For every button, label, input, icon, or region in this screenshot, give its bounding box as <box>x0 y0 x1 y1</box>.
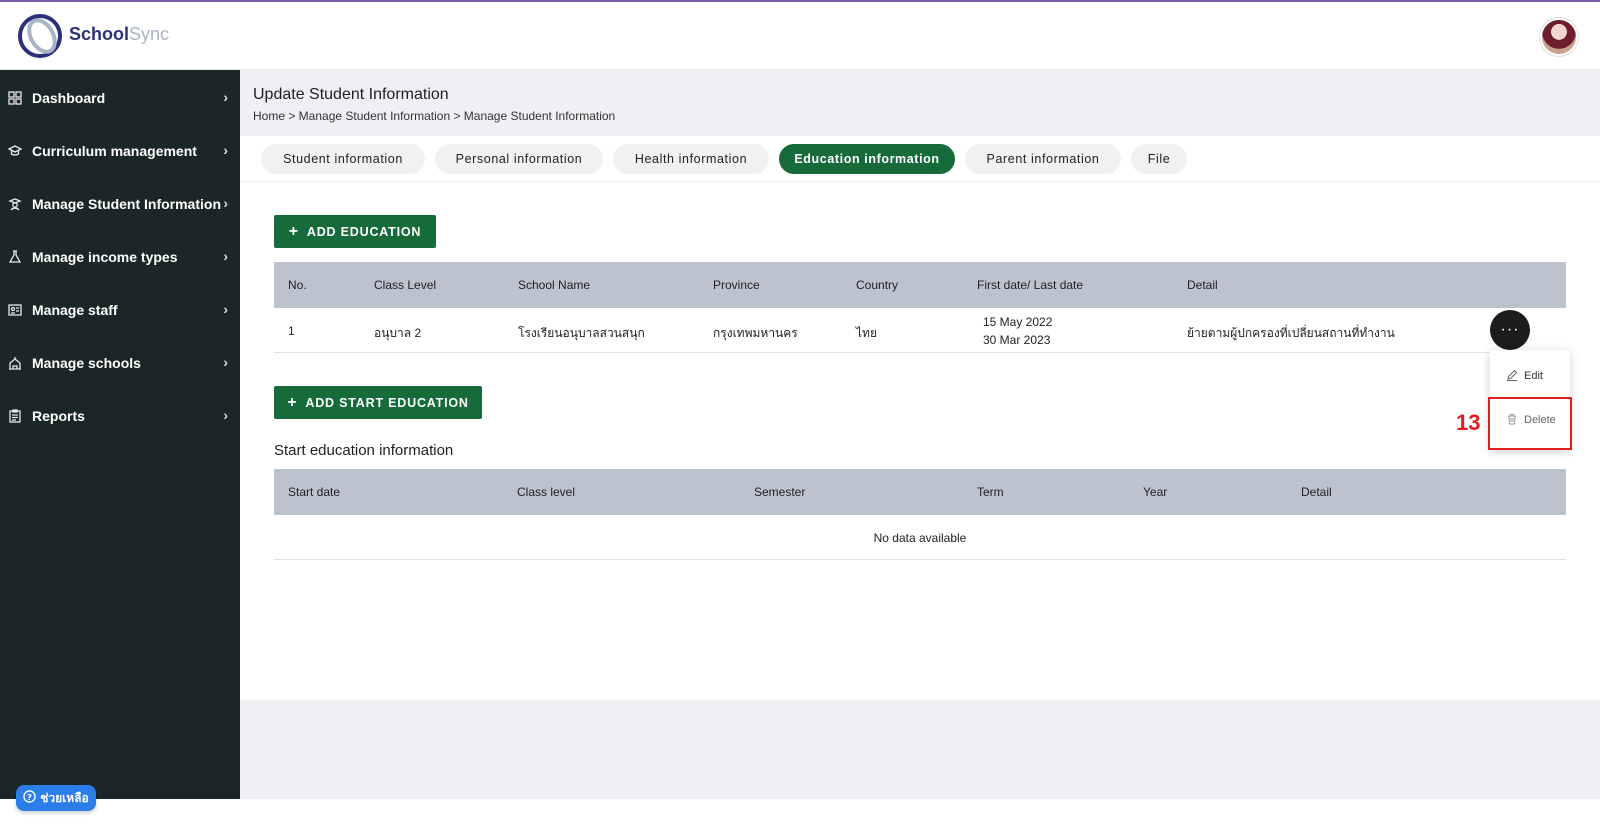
cell-class-level: อนุบาล 2 <box>374 326 422 340</box>
sidebar-item-schools[interactable]: Manage schools › <box>0 343 240 383</box>
svg-text:?: ? <box>27 792 32 802</box>
cell-school-name: โรงเรียนอนุบาลสวนสนุก <box>518 326 645 340</box>
tab-parent-information[interactable]: Parent information <box>965 144 1121 174</box>
student-icon <box>8 197 22 211</box>
add-education-label: ADD EDUCATION <box>306 224 422 239</box>
chevron-right-icon: › <box>223 407 228 423</box>
chevron-right-icon: › <box>223 248 228 264</box>
chevron-right-icon: › <box>223 301 228 317</box>
plus-icon: + <box>288 222 299 240</box>
column-header: Start date <box>288 485 341 499</box>
sidebar-item-label: Manage Student Information <box>32 196 221 212</box>
top-bar: SchoolSync <box>0 2 1600 70</box>
id-card-icon <box>8 303 22 317</box>
table-row: 1 อนุบาล 2 โรงเรียนอนุบาลสวนสนุก กรุงเทพ… <box>274 308 1566 353</box>
breadcrumb: Home > Manage Student Information > Mana… <box>253 109 616 123</box>
page-title: Update Student Information <box>253 86 449 103</box>
help-button[interactable]: ? ช่วยเหลือ <box>16 785 96 811</box>
tab-student-information[interactable]: Student information <box>261 144 425 174</box>
tab-file[interactable]: File <box>1131 144 1187 174</box>
column-header: Province <box>713 278 760 292</box>
sidebar-item-label: Reports <box>32 408 85 424</box>
flask-icon <box>8 250 22 264</box>
sidebar-item-student-information[interactable]: Manage Student Information › <box>0 184 240 224</box>
cell-last-date: 30 Mar 2023 <box>983 333 1051 347</box>
cell-first-date: 15 May 2022 <box>983 315 1053 329</box>
brand-name: SchoolSync <box>69 24 170 44</box>
tab-education-information[interactable]: Education information <box>779 144 955 174</box>
edit-menu-item[interactable]: Edit <box>1490 356 1570 396</box>
delete-highlight-box <box>1488 397 1572 450</box>
add-start-education-button[interactable]: + ADD START EDUCATION <box>274 386 482 419</box>
tab-personal-information[interactable]: Personal information <box>435 144 603 174</box>
sidebar-item-reports[interactable]: Reports › <box>0 396 240 436</box>
chevron-right-icon: › <box>223 142 228 158</box>
cell-no: 1 <box>288 324 295 338</box>
building-icon <box>8 356 22 370</box>
user-avatar[interactable] <box>1540 18 1578 56</box>
column-header: Year <box>1143 485 1168 499</box>
sidebar-item-income-types[interactable]: Manage income types › <box>0 237 240 277</box>
step-number-annotation: 13 <box>1456 410 1481 435</box>
column-header: Detail <box>1187 278 1218 292</box>
sidebar-item-dashboard[interactable]: Dashboard › <box>0 78 240 118</box>
column-header: Term <box>977 485 1004 499</box>
chevron-right-icon: › <box>223 89 228 105</box>
cell-province: กรุงเทพมหานคร <box>713 326 798 340</box>
pencil-icon <box>1506 369 1518 384</box>
column-header: First date/ Last date <box>977 278 1084 292</box>
graduation-cap-icon <box>8 144 22 158</box>
sidebar-item-curriculum[interactable]: Curriculum management › <box>0 131 240 171</box>
sidebar-item-label: Manage income types <box>32 249 178 265</box>
section-title: Start education information <box>274 442 454 459</box>
chevron-right-icon: › <box>223 354 228 370</box>
edit-label: Edit <box>1524 370 1543 382</box>
add-education-button[interactable]: + ADD EDUCATION <box>274 215 436 248</box>
cell-detail: ย้ายตามผู้ปกครองที่เปลี่ยนสถานที่ทำงาน <box>1187 326 1395 340</box>
sidebar-item-staff[interactable]: Manage staff › <box>0 290 240 330</box>
column-header: Country <box>856 278 899 292</box>
tab-health-information[interactable]: Health information <box>613 144 769 174</box>
column-header: Detail <box>1301 485 1332 499</box>
question-circle-icon: ? <box>23 790 37 806</box>
column-header: Semester <box>754 485 806 499</box>
help-label: ช่วยเหลือ <box>40 790 89 805</box>
sidebar-item-label: Manage staff <box>32 302 118 318</box>
row-actions-button[interactable]: ··· <box>1490 310 1530 350</box>
grid-icon <box>8 91 22 105</box>
empty-row: No data available <box>274 515 1566 560</box>
education-table-header: No. Class Level School Name Province Cou… <box>274 262 1566 308</box>
no-data-text: No data available <box>873 531 967 545</box>
column-header: Class Level <box>374 278 437 292</box>
column-header: School Name <box>518 278 591 292</box>
sidebar-item-label: Curriculum management <box>32 143 197 159</box>
column-header: No. <box>288 278 307 292</box>
sidebar: Dashboard › Curriculum management › Mana… <box>0 70 240 799</box>
column-header: Class level <box>517 485 576 499</box>
cell-country: ไทย <box>856 326 877 340</box>
schoolsync-logo-icon <box>18 14 62 58</box>
start-education-table-header: Start date Class level Semester Term Yea… <box>274 469 1566 515</box>
clipboard-icon <box>8 409 22 423</box>
plus-icon: + <box>287 393 298 411</box>
add-start-education-label: ADD START EDUCATION <box>305 395 469 410</box>
chevron-right-icon: › <box>223 195 228 211</box>
sidebar-item-label: Dashboard <box>32 90 106 106</box>
sidebar-item-label: Manage schools <box>32 355 141 371</box>
